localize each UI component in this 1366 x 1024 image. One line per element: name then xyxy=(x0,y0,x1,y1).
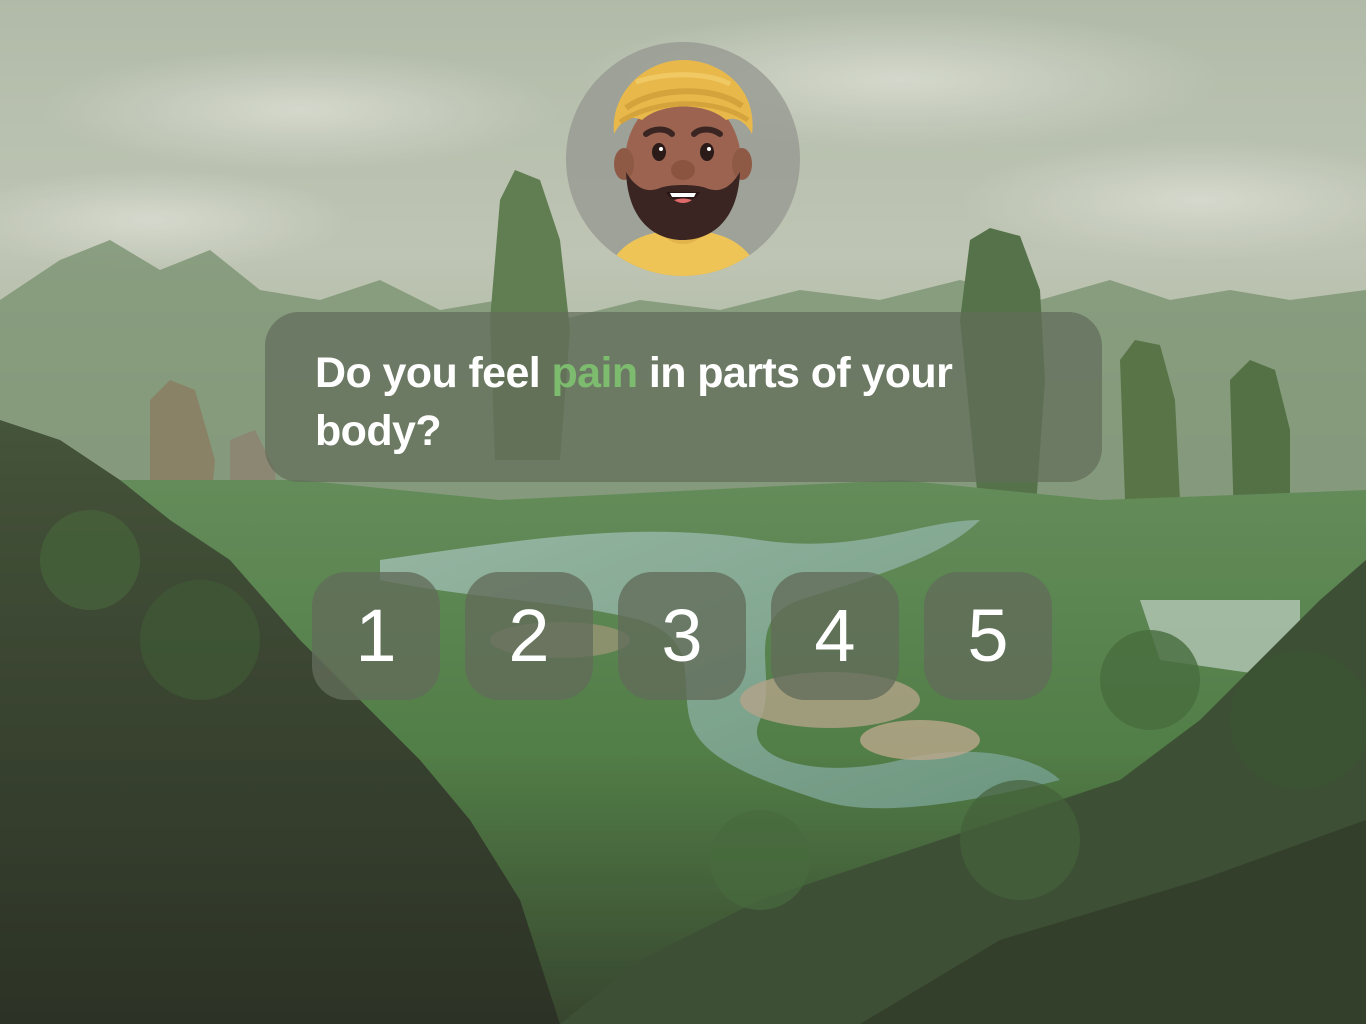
rating-option-2[interactable]: 2 xyxy=(465,572,593,700)
question-card: Do you feel pain in parts of your body? xyxy=(265,312,1102,482)
rating-option-4[interactable]: 4 xyxy=(771,572,899,700)
avatar-turban-man-icon xyxy=(606,60,760,276)
rating-option-5[interactable]: 5 xyxy=(924,572,1052,700)
question-prefix: Do you feel xyxy=(315,349,552,397)
rating-option-1[interactable]: 1 xyxy=(312,572,440,700)
question-text: Do you feel pain in parts of your body? xyxy=(315,344,1015,460)
avatar xyxy=(566,42,800,276)
question-highlight: pain xyxy=(551,349,639,397)
rating-option-3[interactable]: 3 xyxy=(618,572,746,700)
rating-scale: 1 2 3 4 5 xyxy=(312,572,1056,700)
